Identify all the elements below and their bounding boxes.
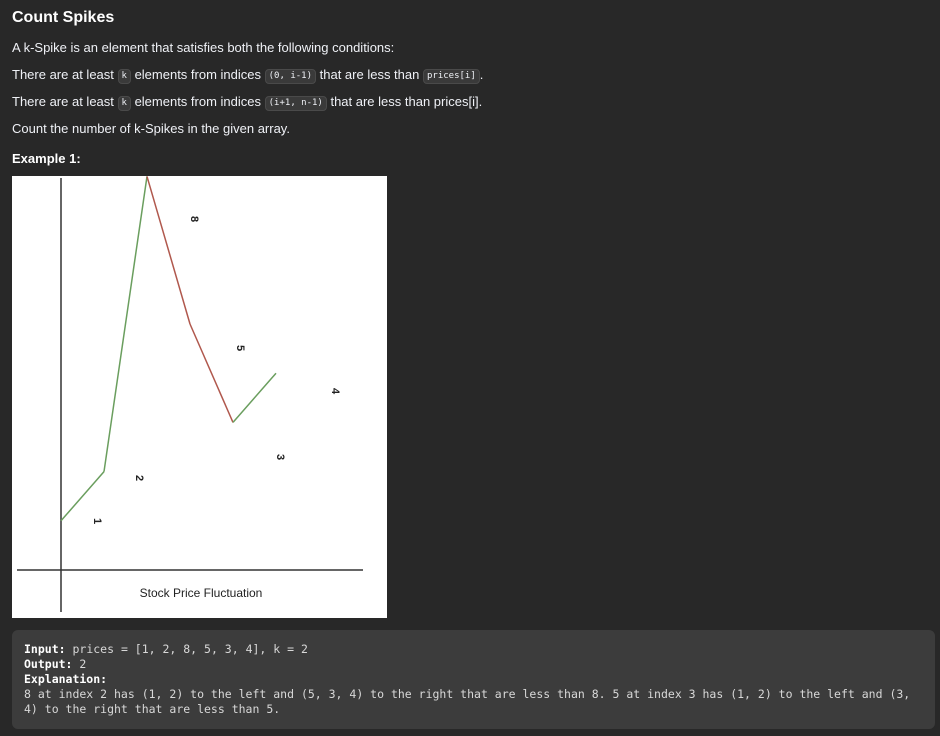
chart-figure: 1 2 8 5 3 4 Stock Price Fluctuation xyxy=(12,176,387,618)
problem-intro: A k-Spike is an element that satisfies b… xyxy=(12,40,395,55)
point-label: 1 xyxy=(91,518,103,524)
condition-1: There are at least k elements from indic… xyxy=(12,67,483,84)
series-segment xyxy=(60,471,105,522)
output-label: Output: xyxy=(24,657,73,671)
x-axis-label: Stock Price Fluctuation xyxy=(140,586,263,600)
stock-price-chart: 1 2 8 5 3 4 Stock Price Fluctuation xyxy=(17,176,363,612)
condition-2: There are at least k elements from indic… xyxy=(12,94,482,111)
range-code: (0, i-1) xyxy=(264,69,316,84)
price-code: prices[i] xyxy=(422,69,480,84)
condition-1-text-d: . xyxy=(479,67,484,82)
k-code: k xyxy=(117,96,131,111)
point-label: 3 xyxy=(274,454,286,460)
problem-task: Count the number of k-Spikes in the give… xyxy=(12,121,290,136)
problem-title: Count Spikes xyxy=(12,9,115,26)
series-segment xyxy=(103,176,148,472)
example-block: Input: prices = [1, 2, 8, 5, 3, 4], k = … xyxy=(12,630,935,729)
output-value: 2 xyxy=(79,657,87,671)
series-segment xyxy=(146,176,191,325)
series-segment xyxy=(232,372,277,423)
explanation-text: 8 at index 2 has (1, 2) to the left and … xyxy=(24,687,911,716)
example-title: Example 1: xyxy=(12,151,81,166)
condition-2-text-c: that are less than prices[i]. xyxy=(330,94,483,109)
input-label: Input: xyxy=(24,642,66,656)
explanation-label: Explanation: xyxy=(24,672,108,686)
condition-2-text-b: elements from indices xyxy=(134,94,262,109)
series-segment xyxy=(189,323,234,423)
condition-1-text-b: elements from indices xyxy=(134,67,262,82)
point-label: 4 xyxy=(329,388,341,395)
point-label: 2 xyxy=(133,475,145,481)
condition-2-text-a: There are at least xyxy=(12,94,114,109)
input-value: prices = [1, 2, 8, 5, 3, 4], k = 2 xyxy=(72,642,308,656)
condition-1-text-c: that are less than xyxy=(319,67,420,82)
point-label: 8 xyxy=(188,216,200,222)
k-code: k xyxy=(117,69,131,84)
point-label: 5 xyxy=(234,345,246,351)
condition-1-text-a: There are at least xyxy=(12,67,114,82)
range-code: (i+1, n-1) xyxy=(264,96,327,111)
